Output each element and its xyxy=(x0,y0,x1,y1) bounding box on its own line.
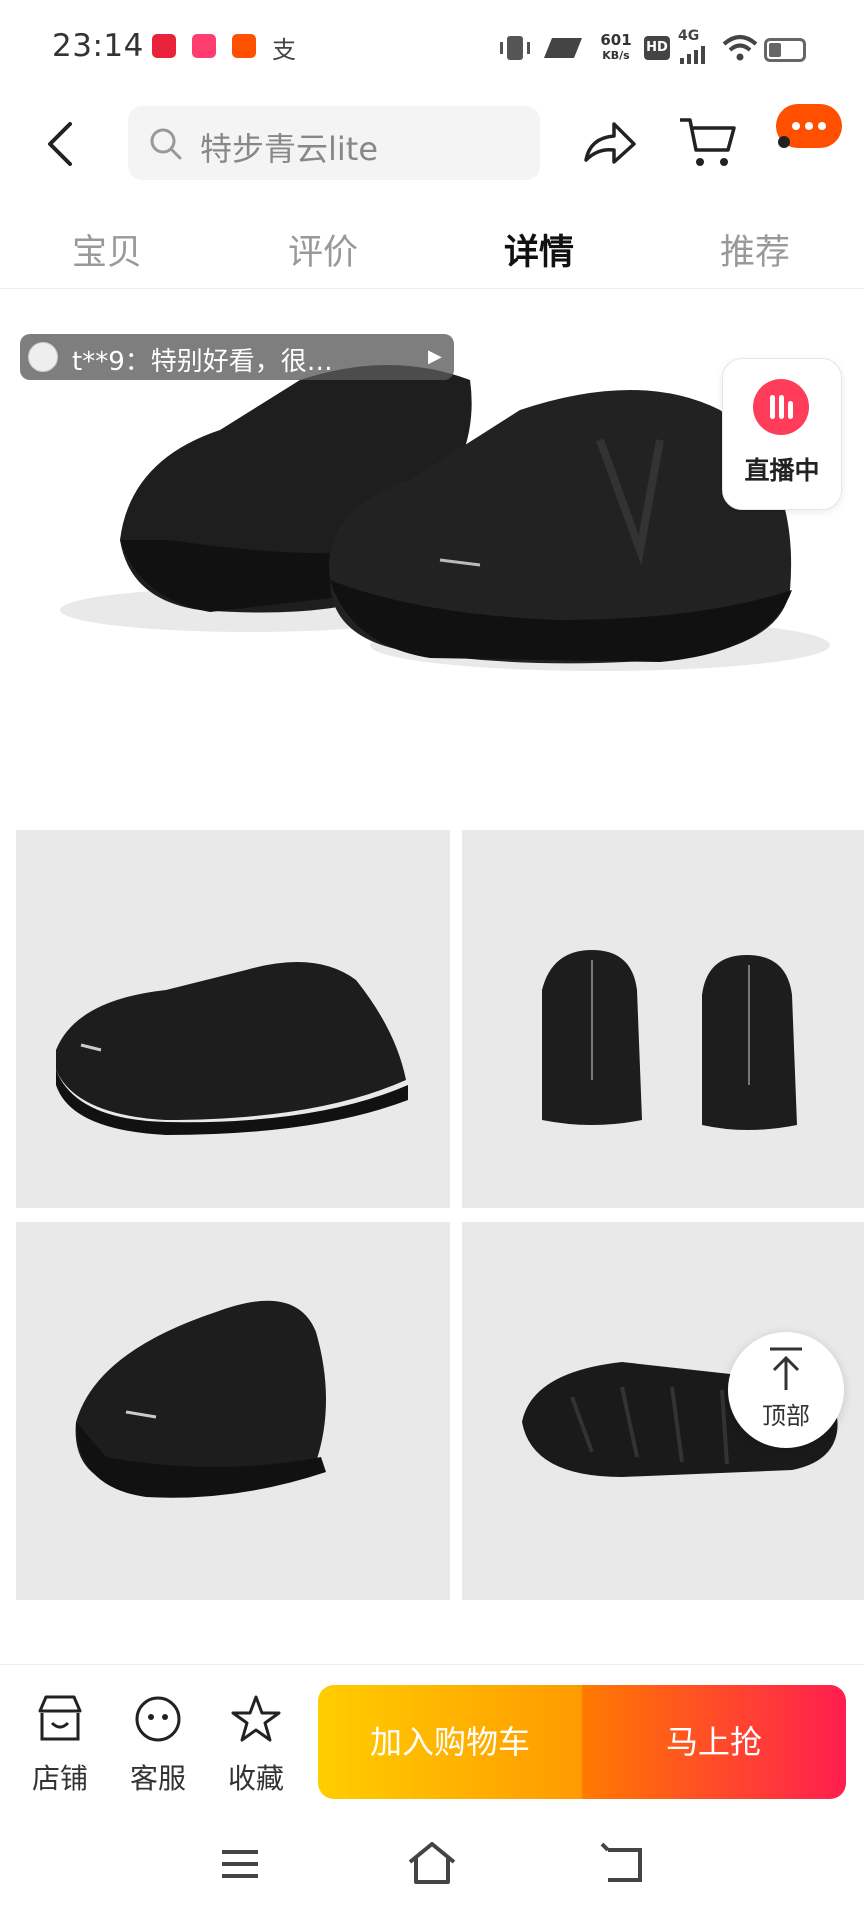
product-image-side[interactable] xyxy=(16,830,450,1208)
shop-button[interactable]: 店铺 xyxy=(20,1689,100,1799)
notification-app-icon xyxy=(152,34,176,58)
tab-recommend[interactable]: 推荐 xyxy=(720,224,790,275)
shop-icon xyxy=(38,1695,82,1741)
customer-service-button[interactable]: 客服 xyxy=(118,1689,198,1799)
signal-bars-icon xyxy=(680,46,705,64)
live-icon xyxy=(753,379,809,435)
favorite-label: 收藏 xyxy=(227,1762,284,1795)
signal-brand-icon xyxy=(544,38,582,58)
arrow-up-icon xyxy=(770,1347,802,1390)
live-label: 直播中 xyxy=(744,456,820,485)
home-icon[interactable] xyxy=(406,1838,458,1886)
customer-service-icon xyxy=(135,1696,181,1742)
vibrate-icon xyxy=(500,36,530,60)
add-to-cart-button[interactable]: 加入购物车 xyxy=(318,1685,582,1799)
search-icon xyxy=(150,128,182,160)
share-button[interactable] xyxy=(582,116,638,168)
chevron-right-icon: ▶ xyxy=(428,346,442,367)
network-type: 4G xyxy=(678,28,700,44)
tab-details[interactable]: 详情 xyxy=(504,224,574,275)
back-to-top-label: 顶部 xyxy=(762,1402,810,1430)
product-image-back[interactable] xyxy=(462,830,864,1208)
battery-level xyxy=(769,43,781,57)
network-speed: 601 KB/s xyxy=(600,31,632,62)
status-bar: 23:14 支 601 KB/s HD 4G xyxy=(0,0,864,96)
live-stream-button[interactable]: 直播中 xyxy=(722,358,842,510)
notification-app-icon xyxy=(232,34,256,58)
back-nav-icon[interactable] xyxy=(600,1842,648,1886)
menu-icon[interactable] xyxy=(218,1844,262,1884)
bottom-action-bar: 店铺 客服 收藏 加入购物车 马上抢 xyxy=(0,1664,864,1815)
barrage-text: t**9：特别好看，很… xyxy=(72,347,333,377)
alipay-icon: 支 xyxy=(272,36,296,64)
review-barrage[interactable]: t**9：特别好看，很… ▶ xyxy=(20,334,454,380)
system-navigation-bar xyxy=(0,1814,864,1920)
favorite-button[interactable]: 收藏 xyxy=(216,1689,296,1799)
back-to-top-button[interactable]: 顶部 xyxy=(728,1332,844,1448)
battery-icon xyxy=(764,38,806,62)
cart-button[interactable] xyxy=(678,114,738,170)
shop-label: 店铺 xyxy=(31,1762,88,1795)
buy-now-button[interactable]: 马上抢 xyxy=(582,1685,846,1799)
tab-divider xyxy=(0,288,864,289)
message-dot xyxy=(778,136,790,148)
tab-reviews[interactable]: 评价 xyxy=(288,224,358,275)
notification-app-icon xyxy=(192,34,216,58)
product-image-front[interactable] xyxy=(16,1222,450,1600)
avatar xyxy=(28,342,58,372)
customer-service-label: 客服 xyxy=(129,1762,186,1795)
tab-baobei[interactable]: 宝贝 xyxy=(72,224,142,275)
hd-badge: HD xyxy=(644,36,670,60)
search-bar[interactable]: 特步青云lite xyxy=(128,106,540,180)
wifi-icon xyxy=(722,35,758,61)
message-icon xyxy=(792,122,826,130)
search-query: 特步青云lite xyxy=(200,130,379,168)
star-icon xyxy=(231,1695,281,1742)
back-button[interactable] xyxy=(40,118,80,170)
status-time: 23:14 xyxy=(52,28,144,64)
